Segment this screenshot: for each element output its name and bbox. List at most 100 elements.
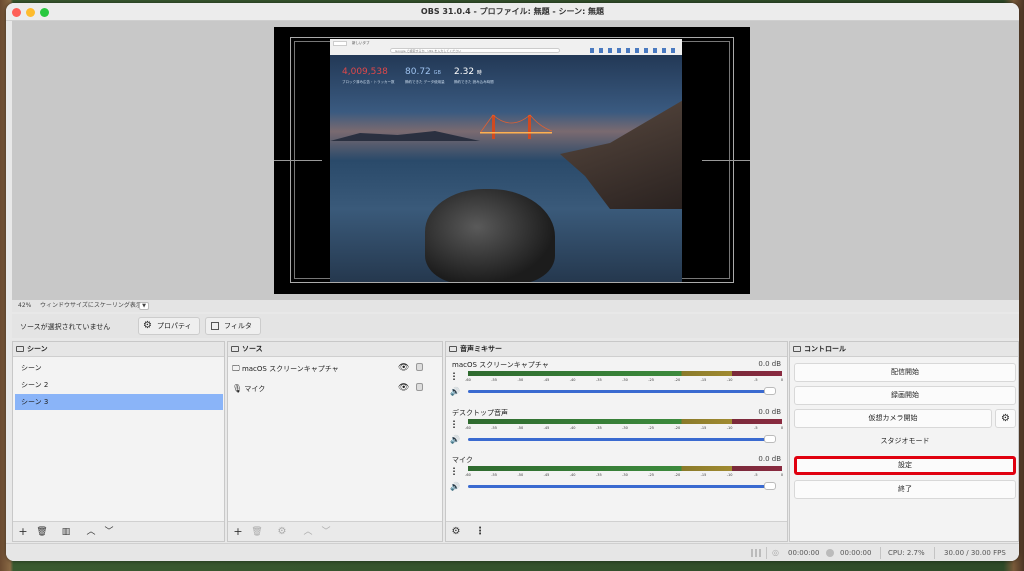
scaling-mode[interactable]: ウィンドウサイズにスケーリング表示 <box>40 300 142 312</box>
source-properties-gear-icon[interactable]: ⚙ <box>274 524 290 540</box>
preview-area[interactable]: 新しいタブ Google で検索するか、URL を入力してください 4,009,… <box>12 21 1019 300</box>
volume-meter <box>468 466 782 471</box>
volume-slider[interactable] <box>468 438 768 441</box>
visibility-eye-icon[interactable]: 👁 <box>398 363 409 373</box>
tick-label: -45 <box>543 378 550 382</box>
volume-slider-handle[interactable] <box>764 387 776 395</box>
channel-menu-dots-icon[interactable]: · · · <box>452 418 456 432</box>
browser-chrome: 新しいタブ Google で検索するか、URL を入力してください <box>330 39 682 55</box>
tick-label: -55 <box>491 473 498 477</box>
lock-icon[interactable] <box>416 383 423 391</box>
meter-ticks: -60 -55 -50 -45 -40 -35 -30 -25 -20 -15 -10 -5 0 <box>465 426 783 432</box>
virtual-camera-settings-gear-icon[interactable]: ⚙ <box>995 409 1016 428</box>
dock-icon <box>231 346 239 352</box>
add-scene-plus-icon[interactable]: + <box>15 524 31 540</box>
tick-label: 0 <box>780 378 784 382</box>
program-canvas[interactable]: 新しいタブ Google で検索するか、URL を入力してください 4,009,… <box>274 27 750 294</box>
stream-icon: ◎ <box>772 548 779 557</box>
scenes-header: シーン <box>13 342 224 357</box>
source-item[interactable]: 🎙 マイク <box>232 384 265 394</box>
studio-mode-button[interactable]: スタジオモード <box>794 432 1016 451</box>
foreground-rock <box>425 189 555 282</box>
browser-tab <box>333 41 347 46</box>
mute-speaker-icon[interactable]: 🔊 <box>450 482 460 491</box>
start-streaming-button[interactable]: 配信開始 <box>794 363 1016 382</box>
title-bar: OBS 31.0.4 - プロファイル: 無題 - シーン: 無題 <box>6 3 1019 21</box>
dock-icon <box>793 346 801 352</box>
status-bar: ◎ 00:00:00 00:00:00 CPU: 2.7% 30.00 / 30… <box>6 543 1019 561</box>
tick-label: -25 <box>648 426 655 430</box>
add-source-plus-icon[interactable]: + <box>230 524 246 540</box>
channel-db: 0.0 dB <box>758 360 781 368</box>
settings-button[interactable]: 設定 <box>794 456 1016 475</box>
tick-label: -25 <box>648 378 655 382</box>
volume-slider[interactable] <box>468 485 768 488</box>
minimize-window-button[interactable] <box>26 8 35 17</box>
move-down-chevron-icon[interactable]: ﹀ <box>318 524 334 540</box>
scene-item[interactable]: シーン <box>15 360 223 376</box>
mixer-menu-dots-icon[interactable]: ⋮ <box>472 524 488 540</box>
browser-tab-label: 新しいタブ <box>352 41 370 45</box>
meter-ticks: -60 -55 -50 -45 -40 -35 -30 -25 -20 -15 -10 -5 0 <box>465 378 784 384</box>
screen-capture-source[interactable]: 新しいタブ Google で検索するか、URL を入力してください 4,009,… <box>330 39 682 282</box>
move-up-chevron-icon[interactable]: ︿ <box>83 524 99 540</box>
advanced-audio-gear-icon[interactable]: ⚙ <box>448 524 464 540</box>
scene-filters-icon[interactable]: ▥ <box>58 524 74 540</box>
exit-button[interactable]: 終了 <box>794 480 1016 499</box>
volume-slider-handle[interactable] <box>764 482 776 490</box>
obs-window: OBS 31.0.4 - プロファイル: 無題 - シーン: 無題 新しいタブ … <box>6 3 1019 561</box>
start-recording-button[interactable]: 録画開始 <box>794 386 1016 405</box>
scenes-toolbar: + 🗑 ▥ ︿ ﹀ <box>13 521 224 541</box>
tick-label: -40 <box>569 426 576 430</box>
window-title: OBS 31.0.4 - プロファイル: 無題 - シーン: 無題 <box>420 7 605 16</box>
close-window-button[interactable] <box>12 8 21 17</box>
move-up-chevron-icon[interactable]: ︿ <box>300 524 316 540</box>
guide-line-right <box>702 160 750 161</box>
volume-meter <box>468 419 782 424</box>
audio-mixer-panel: 音声ミキサー macOS スクリーンキャプチャ 0.0 dB · · · -60 -55 -5… <box>445 341 788 542</box>
lock-icon[interactable] <box>416 363 423 371</box>
scene-item-selected[interactable]: シーン 3 <box>15 394 223 410</box>
filters-button[interactable]: フィルタ <box>205 317 261 335</box>
scenes-panel: シーン シーン シーン 2 シーン 3 + 🗑 ▥ ︿ ﹀ <box>12 341 225 542</box>
zoom-bar: 42% ウィンドウサイズにスケーリング表示 ▼ <box>12 300 1019 312</box>
browser-toolbar-icons <box>590 48 676 53</box>
mute-speaker-icon[interactable]: 🔊 <box>450 435 460 444</box>
meter-ticks: -60 -55 -50 -45 -40 -35 -30 -25 -20 -15 -10 -5 0 <box>465 473 783 479</box>
scene-item[interactable]: シーン 2 <box>15 377 223 393</box>
channel-menu-dots-icon[interactable]: · · · <box>452 370 456 384</box>
tick-label: -45 <box>543 426 550 430</box>
remove-source-trash-icon[interactable]: 🗑 <box>249 524 265 540</box>
tick-label: -50 <box>517 473 524 477</box>
properties-button[interactable]: ⚙ プロパティ <box>138 317 200 335</box>
tick-label: -60 <box>465 426 471 430</box>
tick-label: -5 <box>754 426 758 430</box>
mixer-header: 音声ミキサー <box>446 342 787 357</box>
visibility-eye-icon[interactable]: 👁 <box>398 383 409 393</box>
no-source-selected-label: ソースが選択されていません <box>20 323 111 331</box>
remove-scene-trash-icon[interactable]: 🗑 <box>34 524 50 540</box>
tick-label: -50 <box>517 378 524 382</box>
tick-label: -10 <box>726 473 733 477</box>
zoom-window-button[interactable] <box>40 8 49 17</box>
dock-icon <box>16 346 24 352</box>
tick-label: -5 <box>754 378 758 382</box>
tick-label: -55 <box>491 426 498 430</box>
scaling-dropdown-chevron-icon[interactable]: ▼ <box>139 302 149 310</box>
volume-slider-handle[interactable] <box>764 435 776 443</box>
coastal-cliff <box>560 99 682 209</box>
start-virtual-camera-button[interactable]: 仮想カメラ開始 <box>794 409 992 428</box>
tick-label: -60 <box>465 473 471 477</box>
monitor-icon: 🖵 <box>232 364 240 373</box>
source-item[interactable]: 🖵 macOS スクリーンキャプチャ <box>232 364 339 374</box>
tick-label: -60 <box>465 378 471 382</box>
record-icon <box>826 549 834 557</box>
network-bars-icon <box>751 549 761 557</box>
mute-speaker-icon[interactable]: 🔊 <box>450 387 460 396</box>
move-down-chevron-icon[interactable]: ﹀ <box>101 524 117 540</box>
source-toolbar: ソースが選択されていません ⚙ プロパティ フィルタ <box>12 314 1019 338</box>
channel-menu-dots-icon[interactable]: · · · <box>452 465 456 479</box>
tick-label: -15 <box>700 426 707 430</box>
volume-slider[interactable] <box>468 390 768 393</box>
tick-label: -15 <box>700 378 707 382</box>
